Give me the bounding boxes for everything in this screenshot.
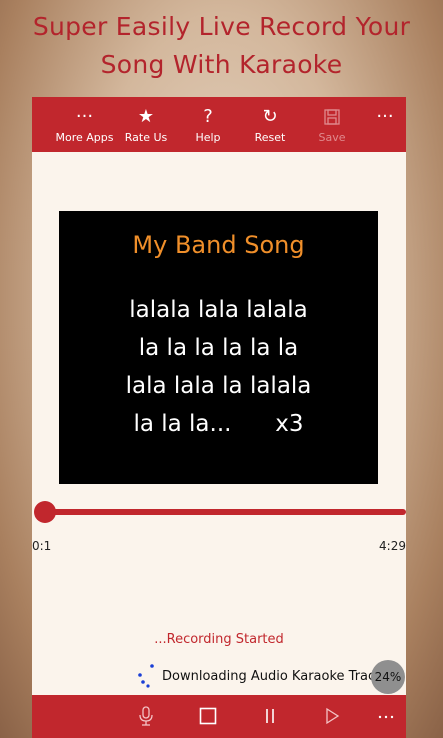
headline-line-1: Super Easily Live Record Your [32,12,411,41]
star-icon: ★ [137,106,155,127]
pause-icon [266,709,274,723]
promo-headline: Super Easily Live Record Your Song With … [0,8,443,84]
lyric-line: lala lala la lalala [125,373,312,399]
microphone-icon [139,706,153,726]
reset-label: Reset [254,131,286,144]
reset-button[interactable]: ↻ Reset [250,97,290,152]
download-percent-badge: 24% [371,660,405,694]
save-button[interactable]: Save [312,97,352,152]
ellipsis-icon: ··· [376,106,394,127]
question-icon: ? [203,106,213,127]
playback-progress-thumb[interactable] [34,501,56,523]
stop-button[interactable] [188,695,228,738]
pause-button[interactable] [250,695,290,738]
lyric-line: la la la la la la [138,335,299,361]
bottom-overflow-button[interactable] [366,695,406,738]
current-time: 0:1 [32,539,52,553]
overflow-menu-button[interactable]: ··· [370,97,400,152]
more-apps-button[interactable]: ··· More Apps [52,97,117,152]
rate-us-label: Rate Us [124,131,168,144]
recording-status: ...Recording Started [154,632,284,647]
loading-spinner-icon [138,664,154,688]
lyric-lines: lalala lala lalala la la la la la la lal… [59,291,378,443]
save-label: Save [318,131,346,144]
more-apps-label: More Apps [55,131,114,144]
lyrics-panel: My Band Song lalala lala lalala la la la… [59,211,378,484]
headline-line-2: Song With Karaoke [100,50,343,79]
lyric-line: lalala lala lalala [129,297,308,323]
save-icon [312,103,352,131]
lyric-line: la la la... x3 [133,411,304,437]
rate-us-button[interactable]: ★ Rate Us [122,97,170,152]
download-status-text: Downloading Audio Karaoke Track [162,669,383,684]
reset-icon: ↻ [262,106,278,127]
download-progress: Downloading Audio Karaoke Track 24% [136,660,406,694]
help-button[interactable]: ? Help [188,97,228,152]
bottom-app-bar [32,695,406,738]
play-button[interactable] [312,695,352,738]
top-app-bar: ··· More Apps ★ Rate Us ? Help ↻ Reset S… [32,97,406,152]
song-title: My Band Song [132,231,305,259]
play-icon [326,707,340,725]
help-label: Help [195,131,221,144]
playback-progress-track[interactable] [44,509,406,515]
app-screen: ··· More Apps ★ Rate Us ? Help ↻ Reset S… [32,97,406,738]
ellipsis-icon: ··· [75,106,94,127]
microphone-button[interactable] [126,695,166,738]
stop-icon [199,707,217,725]
ellipsis-icon [378,715,394,719]
total-time: 4:29 [379,539,406,553]
